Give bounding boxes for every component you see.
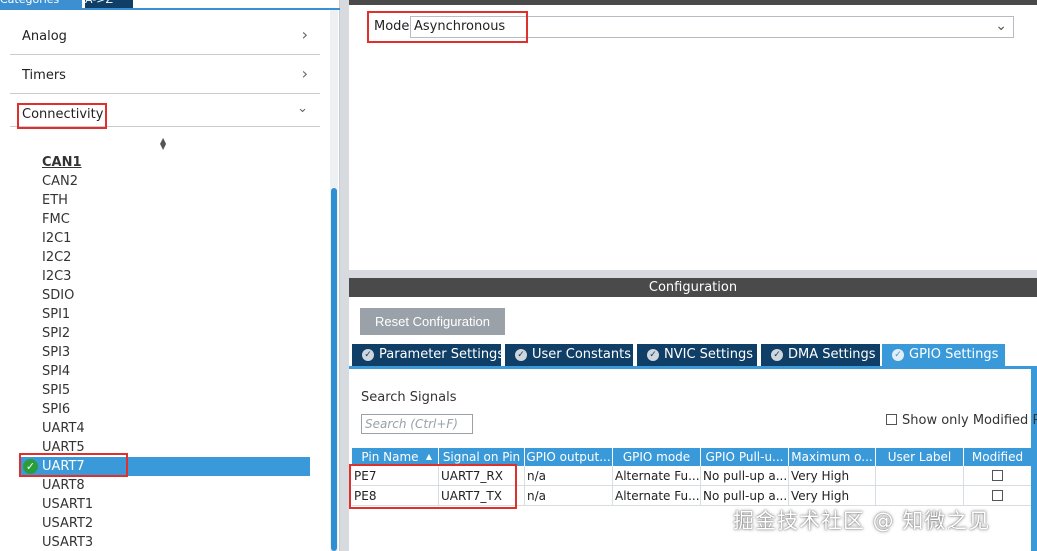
column-header[interactable]: Pin Name ▲: [352, 448, 439, 466]
cell-modified: [964, 466, 1031, 486]
category-label: Connectivity: [22, 107, 104, 122]
list-scrollbar-thumb[interactable]: [331, 188, 337, 551]
check-circle-icon: ✓: [892, 349, 904, 361]
check-circle-icon: ✓: [771, 349, 783, 361]
mode-panel-header: [349, 0, 1037, 5]
list-item[interactable]: I2C2: [20, 248, 310, 267]
cell-max-speed: Very High: [789, 486, 876, 506]
list-item[interactable]: UART4: [20, 419, 310, 438]
search-signals-label: Search Signals: [361, 390, 457, 405]
chevron-right-icon: ›: [301, 25, 308, 44]
reset-configuration-button[interactable]: Reset Configuration: [360, 308, 505, 335]
list-item[interactable]: SPI5: [20, 381, 310, 400]
tab-body-scrollbar[interactable]: [1031, 369, 1037, 551]
chevron-down-icon: ⌄: [297, 101, 308, 116]
category-label: Analog: [22, 29, 67, 44]
sort-icon[interactable]: ▲ ▼: [160, 137, 166, 151]
cell-user-label[interactable]: [876, 486, 964, 506]
cell-gpio-pull: No pull-up a...: [701, 466, 789, 486]
modified-checkbox[interactable]: [992, 490, 1003, 501]
column-header[interactable]: GPIO mode: [613, 448, 701, 466]
column-header[interactable]: GPIO output...: [525, 448, 613, 466]
mode-label: Mode: [374, 19, 410, 34]
category-connectivity[interactable]: Connectivity ⌄: [10, 95, 320, 127]
list-item[interactable]: USART2: [20, 514, 310, 533]
list-item[interactable]: SPI3: [20, 343, 310, 362]
list-item[interactable]: FMC: [20, 210, 310, 229]
list-item[interactable]: SPI1: [20, 305, 310, 324]
peripheral-list: CAN1 CAN2 ETH FMC I2C1 I2C2 I2C3 SDIO SP…: [20, 153, 310, 551]
list-item[interactable]: USART3: [20, 533, 310, 551]
chevron-down-icon: ⌄: [995, 18, 1007, 34]
check-circle-icon: ✓: [515, 349, 527, 361]
table-header: Pin Name ▲ Signal on Pin GPIO output... G…: [352, 448, 1031, 466]
check-circle-icon: ✓: [647, 349, 659, 361]
column-header[interactable]: GPIO Pull-u...: [701, 448, 789, 466]
category-timers[interactable]: Timers ›: [10, 56, 320, 94]
sort-up-icon: ▲: [425, 452, 432, 461]
list-item[interactable]: UART5: [20, 438, 310, 457]
check-circle-icon: ✓: [362, 349, 374, 361]
list-item[interactable]: SDIO: [20, 286, 310, 305]
panel-splitter[interactable]: [349, 270, 1037, 278]
table-row[interactable]: PE8 UART7_TX n/a Alternate Fu... No pull…: [352, 486, 1031, 506]
tab-nvic-settings[interactable]: ✓ NVIC Settings: [637, 344, 757, 366]
list-item[interactable]: ETH: [20, 191, 310, 210]
show-modified-label: Show only Modified Pi: [902, 413, 1037, 428]
list-item[interactable]: CAN1: [20, 153, 310, 172]
column-header[interactable]: User Label: [876, 448, 964, 466]
tab-a-z[interactable]: A->Z: [85, 0, 133, 8]
column-header[interactable]: Maximum o...: [789, 448, 876, 466]
tab-parameter-settings[interactable]: ✓ Parameter Settings: [352, 344, 504, 366]
cell-gpio-mode: Alternate Fu...: [613, 486, 701, 506]
mode-select[interactable]: Asynchronous ⌄: [410, 16, 1014, 38]
list-item[interactable]: I2C3: [20, 267, 310, 286]
watermark: 掘金技术社区 @ 知微之见: [733, 509, 991, 533]
column-header[interactable]: Signal on Pin: [439, 448, 525, 466]
category-label: Timers: [22, 68, 66, 83]
mode-value: Asynchronous: [414, 19, 506, 34]
panel-divider[interactable]: [340, 0, 349, 551]
list-item[interactable]: SPI6: [20, 400, 310, 419]
list-item[interactable]: CAN2: [20, 172, 310, 191]
mode-panel: Mode Asynchronous ⌄: [349, 0, 1037, 270]
categories-panel: Categories A->Z Analog › Timers › Connec…: [0, 0, 340, 551]
list-item[interactable]: UART8: [20, 476, 310, 495]
category-analog[interactable]: Analog ›: [10, 17, 320, 55]
list-item[interactable]: SPI4: [20, 362, 310, 381]
cell-gpio-mode: Alternate Fu...: [613, 466, 701, 486]
top-tabs-underline: [0, 8, 340, 10]
table-row[interactable]: PE7 UART7_RX n/a Alternate Fu... No pull…: [352, 466, 1031, 486]
cell-modified: [964, 486, 1031, 506]
list-item[interactable]: USART1: [20, 495, 310, 514]
modified-checkbox[interactable]: [992, 470, 1003, 481]
column-header[interactable]: Modified: [964, 448, 1031, 466]
show-modified-checkbox[interactable]: [886, 414, 897, 425]
chevron-right-icon: ›: [301, 64, 308, 83]
list-item[interactable]: SPI2: [20, 324, 310, 343]
list-item[interactable]: I2C1: [20, 229, 310, 248]
cell-max-speed: Very High: [789, 466, 876, 486]
check-circle-icon: ✓: [23, 459, 38, 474]
tab-dma-settings[interactable]: ✓ DMA Settings: [761, 344, 880, 366]
cell-signal: UART7_TX: [439, 486, 525, 506]
tab-user-constants[interactable]: ✓ User Constants: [505, 344, 633, 366]
tab-categories[interactable]: Categories: [0, 0, 82, 8]
cell-pin-name: PE8: [352, 486, 439, 506]
show-modified-toggle[interactable]: Show only Modified Pi: [886, 413, 1037, 428]
top-tabs: Categories A->Z: [0, 0, 340, 10]
cell-gpio-output: n/a: [525, 486, 613, 506]
configuration-title: Configuration: [349, 278, 1037, 297]
list-item-selected[interactable]: ✓ UART7: [20, 457, 310, 476]
search-signals-input[interactable]: [361, 414, 473, 434]
tab-gpio-settings[interactable]: ✓ GPIO Settings: [882, 344, 1005, 366]
cell-user-label[interactable]: [876, 466, 964, 486]
cell-signal: UART7_RX: [439, 466, 525, 486]
cell-pin-name: PE7: [352, 466, 439, 486]
cell-gpio-output: n/a: [525, 466, 613, 486]
cell-gpio-pull: No pull-up a...: [701, 486, 789, 506]
